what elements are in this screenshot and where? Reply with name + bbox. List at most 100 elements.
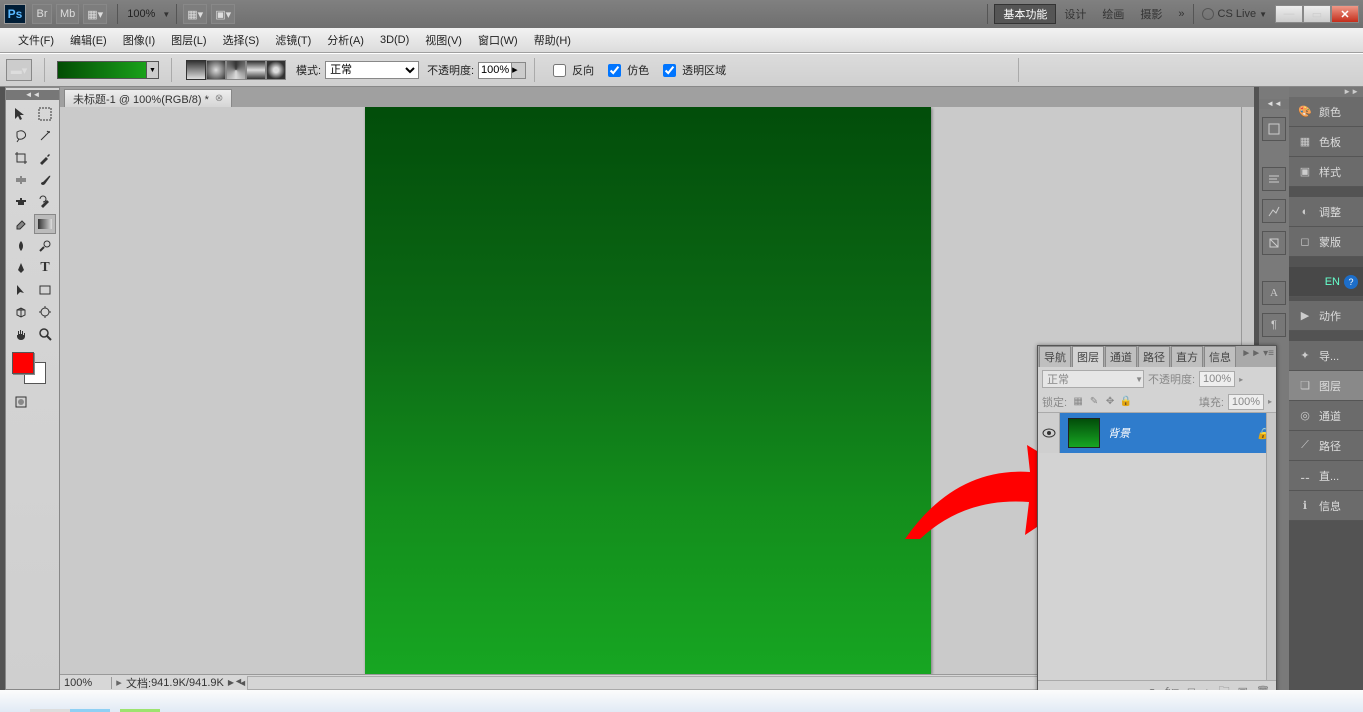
gradient-linear-button[interactable]	[186, 60, 206, 80]
lock-position-icon[interactable]: ✥	[1103, 395, 1117, 409]
lp-menu-icon[interactable]: ▾≡	[1263, 348, 1274, 359]
menu-layer[interactable]: 图层(L)	[163, 29, 214, 51]
3d-camera-tool[interactable]	[34, 302, 56, 322]
reverse-checkbox[interactable]	[553, 64, 566, 77]
shape-tool[interactable]	[34, 280, 56, 300]
gradient-preview[interactable]	[57, 61, 147, 79]
3d-tool[interactable]	[10, 302, 32, 322]
workspace-design-tab[interactable]: 设计	[1056, 6, 1094, 22]
menu-filter[interactable]: 滤镜(T)	[267, 29, 319, 51]
panel-nav[interactable]: ✦导...	[1289, 341, 1363, 371]
gradient-picker-dropdown[interactable]: ▼	[147, 61, 159, 79]
gradient-tool[interactable]	[34, 214, 56, 234]
panel-actions[interactable]: ▶动作	[1289, 301, 1363, 331]
panel-mask[interactable]: ◻蒙版	[1289, 227, 1363, 257]
lp-collapse-icon[interactable]: ►►	[1241, 348, 1261, 359]
panel-dock-collapse[interactable]: ►►	[1289, 87, 1363, 97]
workspace-basic-tab[interactable]: 基本功能	[994, 4, 1056, 24]
dock-icon-1[interactable]	[1262, 117, 1286, 141]
layer-row-background[interactable]: 背景 🔒	[1038, 413, 1276, 453]
maximize-button[interactable]: ▭	[1303, 5, 1331, 23]
lp-fill-stepper[interactable]: ▸	[1268, 397, 1272, 406]
panel-paths[interactable]: ⟋路径	[1289, 431, 1363, 461]
marquee-tool[interactable]	[34, 104, 56, 124]
healing-brush-tool[interactable]	[10, 170, 32, 190]
transparency-checkbox[interactable]	[663, 64, 676, 77]
lasso-tool[interactable]	[10, 126, 32, 146]
zoom-tool[interactable]	[34, 324, 56, 344]
lp-fill-input[interactable]	[1228, 394, 1264, 410]
menu-view[interactable]: 视图(V)	[417, 29, 470, 51]
minimize-button[interactable]: —	[1275, 5, 1303, 23]
menu-3d[interactable]: 3D(D)	[372, 31, 417, 49]
eraser-tool[interactable]	[10, 214, 32, 234]
foreground-color[interactable]	[12, 352, 34, 374]
type-tool[interactable]: T	[34, 258, 56, 278]
lp-tab-info[interactable]: 信息	[1204, 346, 1236, 367]
pen-tool[interactable]	[10, 258, 32, 278]
panel-layers[interactable]: ❏图层	[1289, 371, 1363, 401]
close-button[interactable]: ✕	[1331, 5, 1359, 23]
screen-mode2-button[interactable]: ▣▾	[211, 4, 235, 24]
layer-visibility-toggle[interactable]	[1038, 413, 1060, 453]
panel-hist[interactable]: ⚋直...	[1289, 461, 1363, 491]
lp-blend-select[interactable]: 正常▼	[1042, 370, 1144, 388]
gradient-reflected-button[interactable]	[246, 60, 266, 80]
lp-opacity-input[interactable]	[1199, 371, 1235, 387]
eyedropper-tool[interactable]	[34, 148, 56, 168]
menu-help[interactable]: 帮助(H)	[526, 29, 579, 51]
dock-icon-3[interactable]	[1262, 199, 1286, 223]
workspace-paint-tab[interactable]: 绘画	[1094, 6, 1132, 22]
menu-edit[interactable]: 编辑(E)	[62, 29, 115, 51]
menu-file[interactable]: 文件(F)	[10, 29, 62, 51]
quickmask-button[interactable]	[10, 392, 32, 412]
blend-mode-select[interactable]: 正常	[325, 61, 419, 79]
dock-icon-5[interactable]: A	[1262, 281, 1286, 305]
panel-adjust[interactable]: ◐调整	[1289, 197, 1363, 227]
lock-all-icon[interactable]: 🔒	[1119, 395, 1133, 409]
lp-tab-paths[interactable]: 路径	[1138, 346, 1170, 367]
cslive-button[interactable]: CS Live ▼	[1194, 8, 1275, 20]
canvas[interactable]	[365, 107, 931, 674]
lp-scrollbar[interactable]	[1266, 413, 1276, 680]
workspace-photo-tab[interactable]: 摄影	[1132, 6, 1170, 22]
hand-tool[interactable]	[10, 324, 32, 344]
zoom-display[interactable]: 100%	[60, 677, 112, 689]
screen-mode-button[interactable]: ▦▾	[83, 4, 107, 24]
dock1-collapse[interactable]: ◄◄	[1259, 99, 1289, 109]
opacity-input[interactable]	[478, 62, 512, 79]
panel-styles[interactable]: ▣样式	[1289, 157, 1363, 187]
zoom-level-dropdown[interactable]: 100%	[124, 4, 158, 24]
dock-icon-4[interactable]	[1262, 231, 1286, 255]
menu-window[interactable]: 窗口(W)	[470, 29, 526, 51]
panel-color[interactable]: 🎨颜色	[1289, 97, 1363, 127]
brush-tool[interactable]	[34, 170, 56, 190]
status-arrow-icon[interactable]: ▸	[112, 676, 126, 689]
document-tab[interactable]: 未标题-1 @ 100%(RGB/8) * ⊗	[64, 89, 232, 107]
dock-icon-2[interactable]	[1262, 167, 1286, 191]
lp-opacity-stepper[interactable]: ▸	[1239, 375, 1243, 384]
blur-tool[interactable]	[10, 236, 32, 256]
panel-swatches[interactable]: ▦色板	[1289, 127, 1363, 157]
menu-image[interactable]: 图像(I)	[115, 29, 163, 51]
dock-icon-6[interactable]: ¶	[1262, 313, 1286, 337]
lp-tab-hist[interactable]: 直方	[1171, 346, 1203, 367]
lp-tab-nav[interactable]: 导航	[1039, 346, 1071, 367]
gradient-radial-button[interactable]	[206, 60, 226, 80]
history-brush-tool[interactable]	[34, 192, 56, 212]
move-tool[interactable]	[10, 104, 32, 124]
lp-tab-layers[interactable]: 图层	[1072, 346, 1104, 367]
path-selection-tool[interactable]	[10, 280, 32, 300]
clone-stamp-tool[interactable]	[10, 192, 32, 212]
lock-transparent-icon[interactable]: ▦	[1071, 395, 1085, 409]
crop-tool[interactable]	[10, 148, 32, 168]
menu-select[interactable]: 选择(S)	[215, 29, 268, 51]
panel-channels[interactable]: ◎通道	[1289, 401, 1363, 431]
panel-info[interactable]: ℹ信息	[1289, 491, 1363, 521]
magic-wand-tool[interactable]	[34, 126, 56, 146]
lp-tab-channels[interactable]: 通道	[1105, 346, 1137, 367]
gradient-diamond-button[interactable]	[266, 60, 286, 80]
toolbox-collapse[interactable]: ◄◄	[6, 90, 59, 100]
dodge-tool[interactable]	[34, 236, 56, 256]
tool-preset-button[interactable]: ▬▾	[6, 59, 32, 81]
